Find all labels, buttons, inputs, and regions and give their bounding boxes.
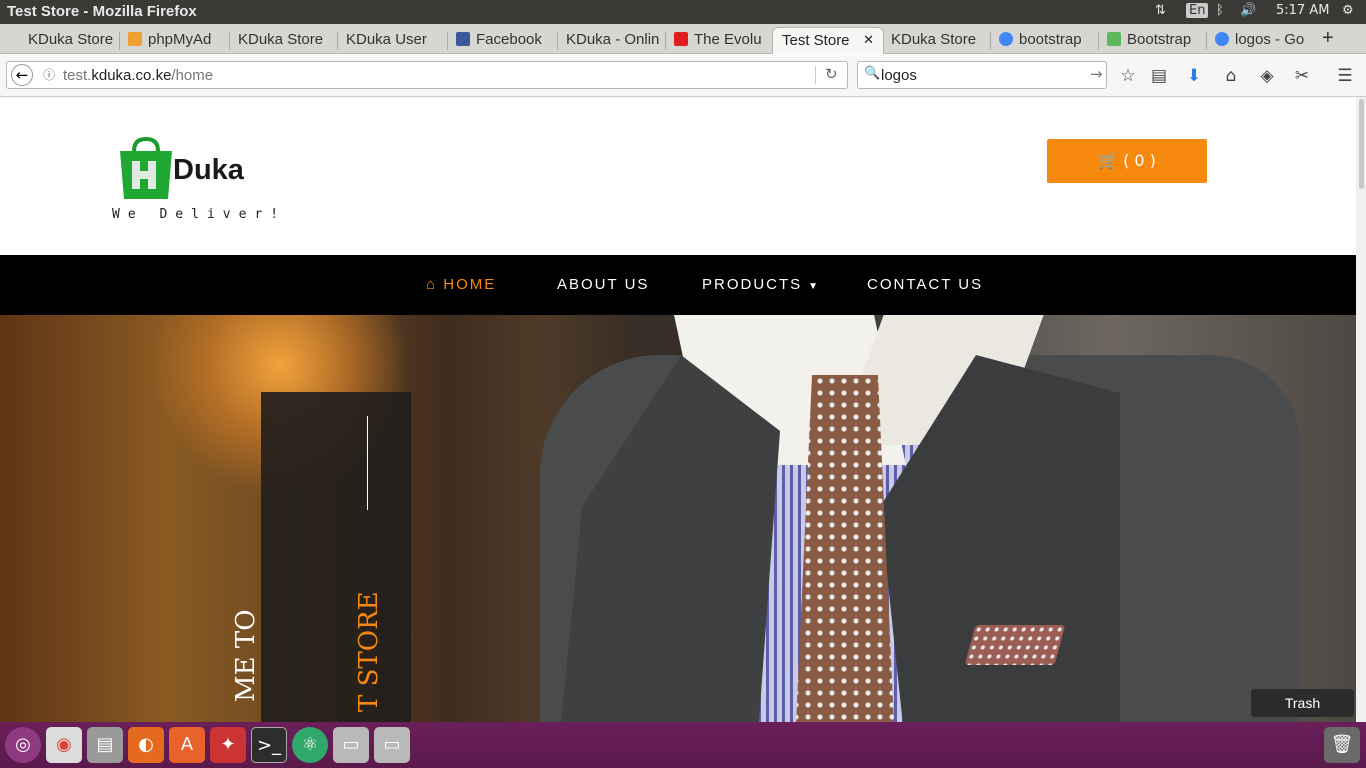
caret-down-icon: ▼	[808, 281, 821, 292]
volume-icon[interactable]: 🔊	[1240, 3, 1256, 18]
tab-10[interactable]: Bootstrap	[1107, 27, 1207, 54]
google-icon	[999, 32, 1013, 46]
reload-icon[interactable]: ↻	[825, 65, 838, 83]
page-scrollbar[interactable]	[1356, 97, 1366, 722]
info-icon[interactable]: ⓘ	[43, 66, 55, 83]
launcher-bar: ◎ ◉ ▤ ◐ A ✦ >_ ⚛ ▭ ▭ 🗑	[0, 722, 1366, 768]
welcome-panel: ME TO T STORE	[231, 392, 411, 722]
atom-icon[interactable]: ⚛	[292, 727, 328, 763]
url-bar[interactable]: ← ⓘ test.kduka.co.ke/home ↻	[6, 61, 848, 89]
browser-nav-bar: ← ⓘ test.kduka.co.ke/home ↻ 🔍 logos → ☆ …	[0, 55, 1366, 97]
drive-icon-2[interactable]: ▭	[374, 727, 410, 763]
clock[interactable]: 5:17 AM	[1276, 3, 1329, 18]
search-go-icon[interactable]: →	[1090, 65, 1103, 83]
software-center-icon[interactable]: A	[169, 727, 205, 763]
back-arrow-icon[interactable]: ←	[11, 64, 33, 86]
main-nav: ⌂ HOME ABOUT US PRODUCTS ▼ CONTACT US	[0, 255, 1356, 315]
pocket-icon[interactable]: ◈	[1256, 65, 1278, 87]
tab-active[interactable]: Test Store ✕	[772, 27, 884, 54]
trash-icon[interactable]: 🗑	[1324, 727, 1360, 763]
files-icon[interactable]: ▤	[87, 727, 123, 763]
network-icon[interactable]: ⇅	[1155, 3, 1166, 18]
close-tab-icon[interactable]: ✕	[863, 32, 874, 48]
tab-9[interactable]: bootstrap	[999, 27, 1099, 54]
facebook-icon	[456, 32, 470, 46]
terminal-icon[interactable]: >_	[251, 727, 287, 763]
tab-11[interactable]: logos - Go	[1215, 27, 1315, 54]
tab-0[interactable]: KDuka Store	[8, 27, 120, 54]
cart-icon: 🛒	[1098, 151, 1118, 170]
nav-about-us[interactable]: ABOUT US	[557, 276, 649, 293]
bookmark-star-icon[interactable]: ☆	[1117, 65, 1139, 87]
search-input[interactable]: logos	[881, 67, 917, 84]
menu-icon[interactable]: ☰	[1334, 65, 1356, 87]
tab-strip: KDuka Store phpMyAd KDuka Store KDuka Us…	[0, 24, 1366, 54]
welcome-text: ME TO	[231, 609, 261, 702]
home-icon: ⌂	[426, 276, 444, 293]
search-bar[interactable]: 🔍 logos →	[857, 61, 1107, 89]
chrome-icon[interactable]: ◉	[46, 727, 82, 763]
bluetooth-icon[interactable]: ᛒ	[1216, 3, 1224, 18]
shopping-bag-logo-icon	[120, 136, 172, 199]
store-text: T STORE	[354, 591, 384, 712]
os-top-bar: Test Store - Mozilla Firefox ⇅ En ᛒ 🔊 5:…	[0, 0, 1366, 24]
nav-products[interactable]: PRODUCTS ▼	[702, 276, 820, 293]
window-title: Test Store - Mozilla Firefox	[7, 3, 197, 20]
firefox-icon[interactable]: ◐	[128, 727, 164, 763]
cart-count: ( 0 )	[1123, 151, 1156, 170]
nav-contact-us[interactable]: CONTACT US	[867, 276, 983, 293]
tab-3[interactable]: KDuka User	[346, 27, 448, 54]
tab-2[interactable]: KDuka Store	[238, 27, 338, 54]
logo-text: Duka	[173, 154, 244, 186]
tab-4[interactable]: Facebook	[456, 27, 558, 54]
trash-tooltip: Trash	[1251, 689, 1354, 717]
tab-6[interactable]: The Evolu	[674, 27, 768, 54]
settings-gear-icon[interactable]: ⚙	[1342, 3, 1354, 18]
site-logo[interactable]: Duka	[118, 136, 258, 201]
google-icon	[1215, 32, 1229, 46]
youtube-icon	[674, 32, 688, 46]
download-icon[interactable]: ⬇	[1183, 65, 1205, 87]
bootstrap-icon	[1107, 32, 1121, 46]
tab-1[interactable]: phpMyAd	[128, 27, 230, 54]
reading-list-icon[interactable]: ▤	[1148, 65, 1170, 87]
new-tab-button[interactable]: +	[1322, 27, 1346, 54]
ubuntu-dash-icon[interactable]: ◎	[5, 727, 41, 763]
screenshot-icon[interactable]: ✂	[1291, 65, 1313, 87]
hero-banner: ME TO T STORE	[0, 315, 1356, 722]
home-icon[interactable]: ⌂	[1220, 65, 1242, 87]
system-settings-icon[interactable]: ✦	[210, 727, 246, 763]
search-icon: 🔍	[864, 66, 881, 81]
url-text[interactable]: test.kduka.co.ke/home	[63, 67, 213, 84]
keyboard-layout[interactable]: En	[1186, 3, 1209, 18]
tab-5[interactable]: KDuka - Onlin	[566, 27, 666, 54]
phpmyadmin-icon	[128, 32, 142, 46]
nav-home[interactable]: ⌂ HOME	[426, 276, 496, 293]
web-page: Duka We Deliver! 🛒 ( 0 ) ⌂ HOME ABOUT US…	[0, 97, 1356, 722]
divider-line	[367, 416, 368, 510]
tab-8[interactable]: KDuka Store	[891, 27, 991, 54]
site-tagline: We Deliver!	[112, 207, 287, 222]
drive-icon[interactable]: ▭	[333, 727, 369, 763]
cart-button[interactable]: 🛒 ( 0 )	[1047, 139, 1207, 183]
